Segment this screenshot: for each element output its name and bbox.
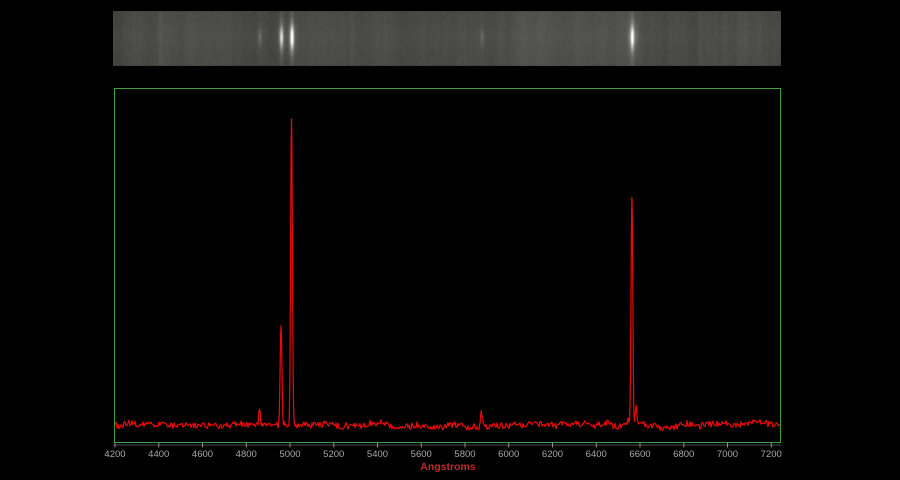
x-tick-label: 6600 — [618, 450, 662, 460]
x-axis-line — [113, 445, 781, 446]
x-axis-tick — [115, 443, 116, 448]
x-axis-tick — [290, 443, 291, 448]
x-tick-label: 5000 — [268, 450, 312, 460]
x-axis-tick — [596, 443, 597, 448]
x-tick-label: 4200 — [93, 450, 137, 460]
x-tick-label: 6000 — [487, 450, 531, 460]
spectrum-plot-frame — [114, 88, 781, 443]
x-tick-label: 6400 — [574, 450, 618, 460]
x-tick-label: 7000 — [706, 450, 750, 460]
x-axis-tick — [727, 443, 728, 448]
x-tick-label: 5800 — [443, 450, 487, 460]
x-axis-tick — [552, 443, 553, 448]
x-axis-tick — [465, 443, 466, 448]
x-axis-tick — [246, 443, 247, 448]
x-axis-tick — [640, 443, 641, 448]
x-axis-tick — [683, 443, 684, 448]
spectroscopy-display: 4200440046004800500052005400560058006000… — [0, 0, 900, 480]
x-axis-tick — [333, 443, 334, 448]
x-axis-tick — [771, 443, 772, 448]
spectrum-1d-trace — [115, 89, 780, 442]
x-axis-tick — [421, 443, 422, 448]
x-tick-label: 4600 — [181, 450, 225, 460]
x-tick-label: 5400 — [356, 450, 400, 460]
spectrum-line — [115, 119, 780, 431]
x-tick-label: 5600 — [399, 450, 443, 460]
x-tick-label: 7200 — [749, 450, 793, 460]
x-tick-label: 4400 — [137, 450, 181, 460]
x-tick-label: 6200 — [531, 450, 575, 460]
x-axis-tick — [508, 443, 509, 448]
x-axis-title: Angstroms — [397, 461, 499, 473]
x-tick-label: 5200 — [312, 450, 356, 460]
x-axis-tick — [377, 443, 378, 448]
x-axis-tick — [202, 443, 203, 448]
x-tick-label: 4800 — [224, 450, 268, 460]
x-tick-label: 6800 — [662, 450, 706, 460]
x-axis-tick — [158, 443, 159, 448]
spectrum-2d-strip-image — [113, 11, 781, 66]
